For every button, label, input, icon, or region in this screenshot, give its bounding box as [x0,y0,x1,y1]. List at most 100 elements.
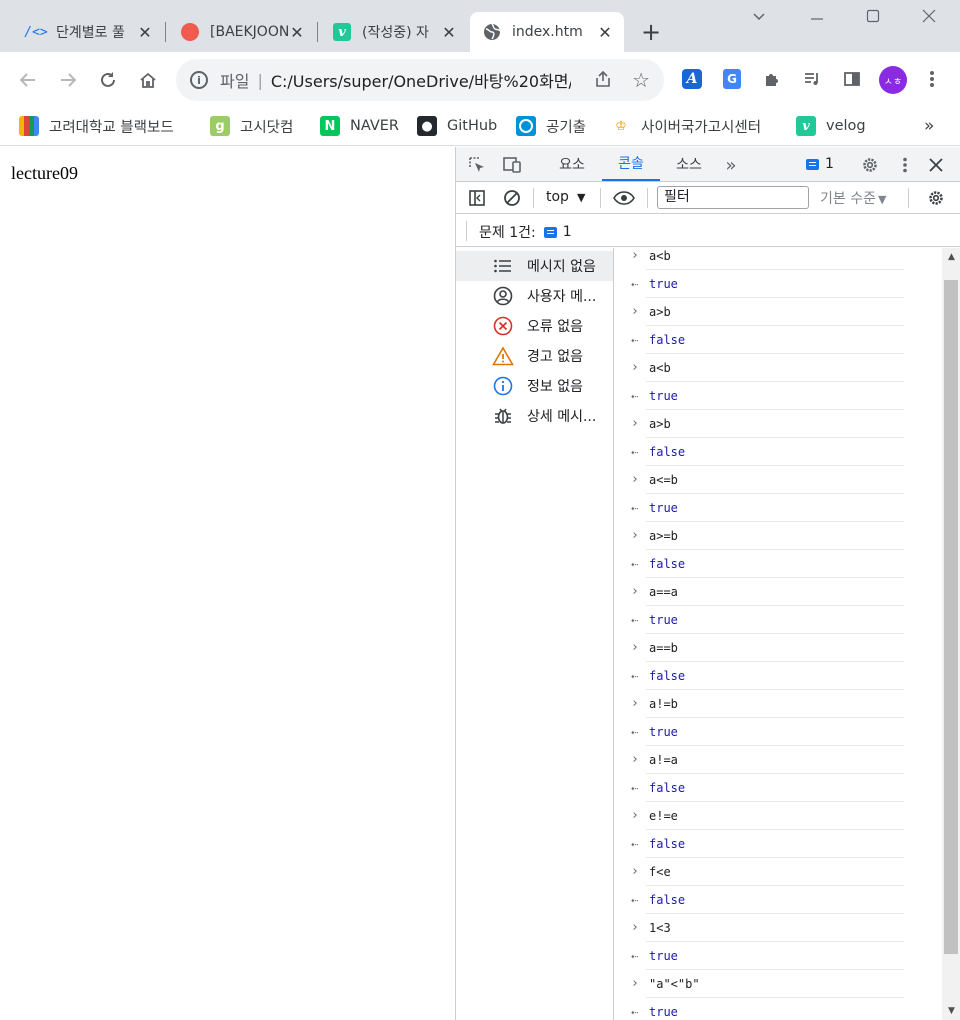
sidebar-item-user[interactable]: 사용자 메... [456,281,613,311]
console-input-row[interactable]: › 1<3 [631,914,904,942]
inspect-element-icon[interactable] [466,154,488,176]
console-result-row[interactable]: ⇠ true [631,998,904,1020]
console-row-text: a<b [649,361,671,375]
filter-input[interactable]: 필터 [657,186,809,209]
share-icon[interactable] [594,70,612,93]
bookmark-item[interactable]: ● GitHub [417,114,497,138]
sidebar-item-verbose[interactable]: 상세 메시... [456,401,613,431]
console-input-row[interactable]: › a==b [631,634,904,662]
eye-icon[interactable] [613,187,635,209]
menu-dots-icon[interactable] [920,67,944,91]
console-row-text: e!=e [649,809,678,823]
close-devtools-icon[interactable] [925,154,947,176]
tab-search-icon[interactable] [752,8,766,27]
tab-sources[interactable]: 소스 [660,147,718,181]
tab-elements[interactable]: 요소 [544,147,600,181]
console-input-row[interactable]: › "a"<"b" [631,970,904,998]
more-bookmarks-icon[interactable]: » [924,116,934,136]
console-row-text: true [649,613,678,627]
console-input-row[interactable]: › e!=e [631,802,904,830]
clear-console-icon[interactable] [501,187,523,209]
avatar[interactable]: ㅅㅎ [879,66,907,94]
console-result-row[interactable]: ⇠ false [631,326,904,354]
bookmark-star-icon[interactable]: ☆ [632,68,650,92]
puzzle-icon[interactable] [760,67,784,91]
browser-tab-active[interactable]: index.htm ✕ [470,12,624,52]
context-selector[interactable]: top ▼ [546,189,585,205]
bookmark-item[interactable]: N NAVER [320,114,399,138]
device-toolbar-icon[interactable] [501,154,523,176]
maximize-button[interactable] [866,8,880,27]
console-result-row[interactable]: ⇠ true [631,494,904,522]
bookmark-item[interactable]: 고려대학교 블랙보드 [19,114,174,138]
console-input-row[interactable]: › a==a [631,578,904,606]
scroll-up-arrow-icon[interactable]: ▲ [942,252,960,262]
reload-icon[interactable] [96,68,120,92]
minimize-button[interactable] [810,8,824,27]
issues-link[interactable]: 문제 1건: 1 [479,222,572,242]
sidebar-item-warnings[interactable]: 경고 없음 [456,341,613,371]
forward-arrow-icon[interactable] [56,68,80,92]
side-panel-icon[interactable] [840,67,864,91]
bookmark-item[interactable]: g 고시닷컴 [210,114,293,138]
address-bar[interactable]: i 파일 | C:/Users/super/OneDrive/바탕%20화면/ … [176,59,664,101]
close-window-button[interactable] [922,8,936,27]
scrollbar-thumb[interactable] [944,280,958,954]
console-result-row[interactable]: ⇠ false [631,774,904,802]
bookmark-item[interactable]: ♔ 사이버국가고시센터 [611,114,761,138]
bookmark-item[interactable]: v velog [796,114,866,138]
browser-tab[interactable]: /<> 단계별로 풀 ✕ [14,12,164,52]
back-arrow-icon[interactable] [16,68,40,92]
close-icon[interactable]: ✕ [440,23,458,42]
console-result-row[interactable]: ⇠ true [631,606,904,634]
more-tabs-chevron-icon[interactable]: » [720,154,742,176]
media-control-icon[interactable] [800,67,824,91]
tab-console[interactable]: 콘솔 [602,147,660,181]
console-input-row[interactable]: › a!=b [631,690,904,718]
console-settings-gear-icon[interactable] [925,187,947,209]
url-text[interactable]: C:/Users/super/OneDrive/바탕%20화면/ [271,68,571,92]
console-input-row[interactable]: › a<=b [631,466,904,494]
console-output[interactable]: › a<b ⇠ true › a>b ⇠ false › a<b ⇠ true › a>b ⇠ false › a… [614,248,942,1020]
translate-icon[interactable]: G [720,67,744,91]
chevron-right-icon: › [631,360,639,375]
console-input-row[interactable]: › a<b [631,354,904,382]
close-icon[interactable]: ✕ [136,23,154,42]
close-icon[interactable]: ✕ [596,23,614,42]
console-input-row[interactable]: › a>b [631,298,904,326]
console-input-row[interactable]: › a>b [631,410,904,438]
console-input-row[interactable]: › a>=b [631,522,904,550]
info-icon[interactable]: i [190,71,208,89]
console-result-row[interactable]: ⇠ false [631,662,904,690]
console-input-row[interactable]: › a<b [631,248,904,270]
console-scrollbar[interactable]: ▲ ▼ [942,248,960,1020]
console-result-row[interactable]: ⇠ false [631,438,904,466]
console-result-row[interactable]: ⇠ false [631,886,904,914]
browser-tab[interactable]: [BAEKJOON ✕ [168,12,316,52]
close-icon[interactable]: ✕ [288,23,306,42]
scroll-down-arrow-icon[interactable]: ▼ [942,1006,960,1016]
message-icon [543,226,557,238]
console-result-row[interactable]: ⇠ true [631,382,904,410]
console-input-row[interactable]: › a!=a [631,746,904,774]
console-result-row[interactable]: ⇠ false [631,830,904,858]
console-result-row[interactable]: ⇠ true [631,718,904,746]
console-result-row[interactable]: ⇠ false [631,550,904,578]
console-input-row[interactable]: › f<e [631,858,904,886]
sidebar-item-errors[interactable]: 오류 없음 [456,311,613,341]
log-levels-dropdown[interactable]: 기본 수준 ▼ [820,188,886,208]
bug-icon [492,405,514,427]
console-result-row[interactable]: ⇠ true [631,270,904,298]
sidebar-item-messages[interactable]: 메시지 없음 [456,251,613,281]
console-result-row[interactable]: ⇠ true [631,942,904,970]
new-tab-button[interactable]: + [640,20,662,44]
issues-badge[interactable]: 1 [806,156,834,172]
extension-a-icon[interactable]: A [680,67,704,91]
settings-gear-icon[interactable] [859,154,881,176]
sidebar-toggle-icon[interactable] [466,187,488,209]
home-icon[interactable] [136,68,160,92]
bookmark-item[interactable]: 공기출 [516,114,586,138]
more-options-icon[interactable] [894,154,916,176]
browser-tab[interactable]: v (작성중) 자 ✕ [320,12,468,52]
sidebar-item-info[interactable]: 정보 없음 [456,371,613,401]
